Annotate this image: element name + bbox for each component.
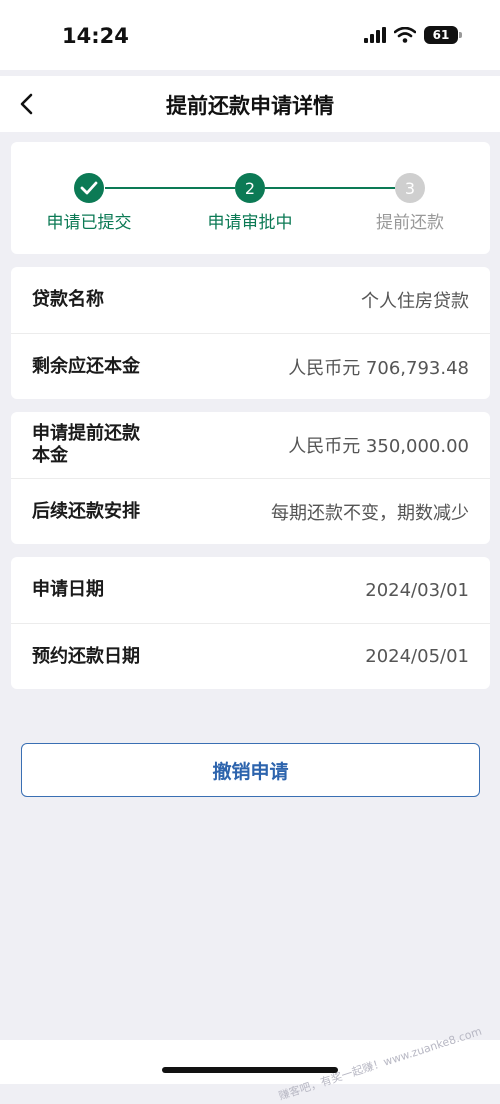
loan-name-value: 个人住房贷款 — [361, 291, 469, 312]
cancel-application-button[interactable]: 撤销申请 — [21, 743, 480, 797]
step-1-label: 申请已提交 — [46, 213, 132, 233]
prepayment-info-card: 申请提前还款本金 人民币元 350,000.00 后续还款安排 每期还款不变，期… — [11, 412, 490, 544]
repayment-plan-label: 后续还款安排 — [32, 500, 140, 522]
step-connector-2 — [265, 187, 395, 189]
step-2-label: 申请审批中 — [207, 213, 293, 233]
loan-name-label: 贷款名称 — [32, 289, 104, 310]
battery-icon: 61 — [424, 26, 462, 44]
loan-info-card: 贷款名称 个人住房贷款 剩余应还本金 人民币元 706,793.48 — [11, 267, 490, 399]
progress-stepper: 2 3 申请已提交 申请审批中 提前还款 — [11, 142, 490, 254]
home-indicator[interactable] — [162, 1067, 338, 1073]
apply-date-value: 2024/03/01 — [365, 579, 469, 601]
signal-icon — [364, 27, 386, 43]
step-2-number: 2 — [244, 178, 256, 198]
check-icon — [80, 181, 98, 195]
prepay-principal-row: 申请提前还款本金 人民币元 350,000.00 — [11, 412, 490, 478]
repayment-plan-value: 每期还款不变，期数减少 — [271, 502, 469, 524]
scheduled-date-value: 2024/05/01 — [365, 646, 469, 667]
date-info-card: 申请日期 2024/03/01 预约还款日期 2024/05/01 — [11, 557, 490, 689]
step-3-label: 提前还款 — [376, 213, 444, 233]
remaining-principal-label: 剩余应还本金 — [32, 355, 140, 377]
nav-bar: 提前还款申请详情 — [0, 76, 500, 132]
status-icons: 61 — [364, 26, 462, 44]
page-title: 提前还款申请详情 — [166, 94, 334, 118]
step-2-marker: 2 — [235, 173, 265, 203]
step-3-number: 3 — [404, 178, 416, 198]
repayment-plan-row: 后续还款安排 每期还款不变，期数减少 — [11, 478, 490, 544]
apply-date-row: 申请日期 2024/03/01 — [11, 557, 490, 623]
remaining-principal-row: 剩余应还本金 人民币元 706,793.48 — [11, 333, 490, 399]
prepay-principal-label: 申请提前还款本金 — [32, 423, 140, 466]
prepay-principal-value: 人民币元 350,000.00 — [288, 436, 469, 457]
loan-name-row: 贷款名称 个人住房贷款 — [11, 267, 490, 333]
step-3-marker: 3 — [395, 173, 425, 203]
status-time: 14:24 — [62, 24, 129, 48]
step-1-marker — [74, 173, 104, 203]
scheduled-date-label: 预约还款日期 — [32, 645, 140, 667]
wifi-icon — [394, 27, 416, 43]
scheduled-date-row: 预约还款日期 2024/05/01 — [11, 623, 490, 689]
battery-level: 61 — [432, 28, 450, 42]
remaining-principal-value: 人民币元 706,793.48 — [288, 357, 469, 379]
status-bar: 14:24 61 — [0, 0, 500, 70]
step-connector-1 — [105, 187, 235, 189]
apply-date-label: 申请日期 — [32, 579, 104, 600]
